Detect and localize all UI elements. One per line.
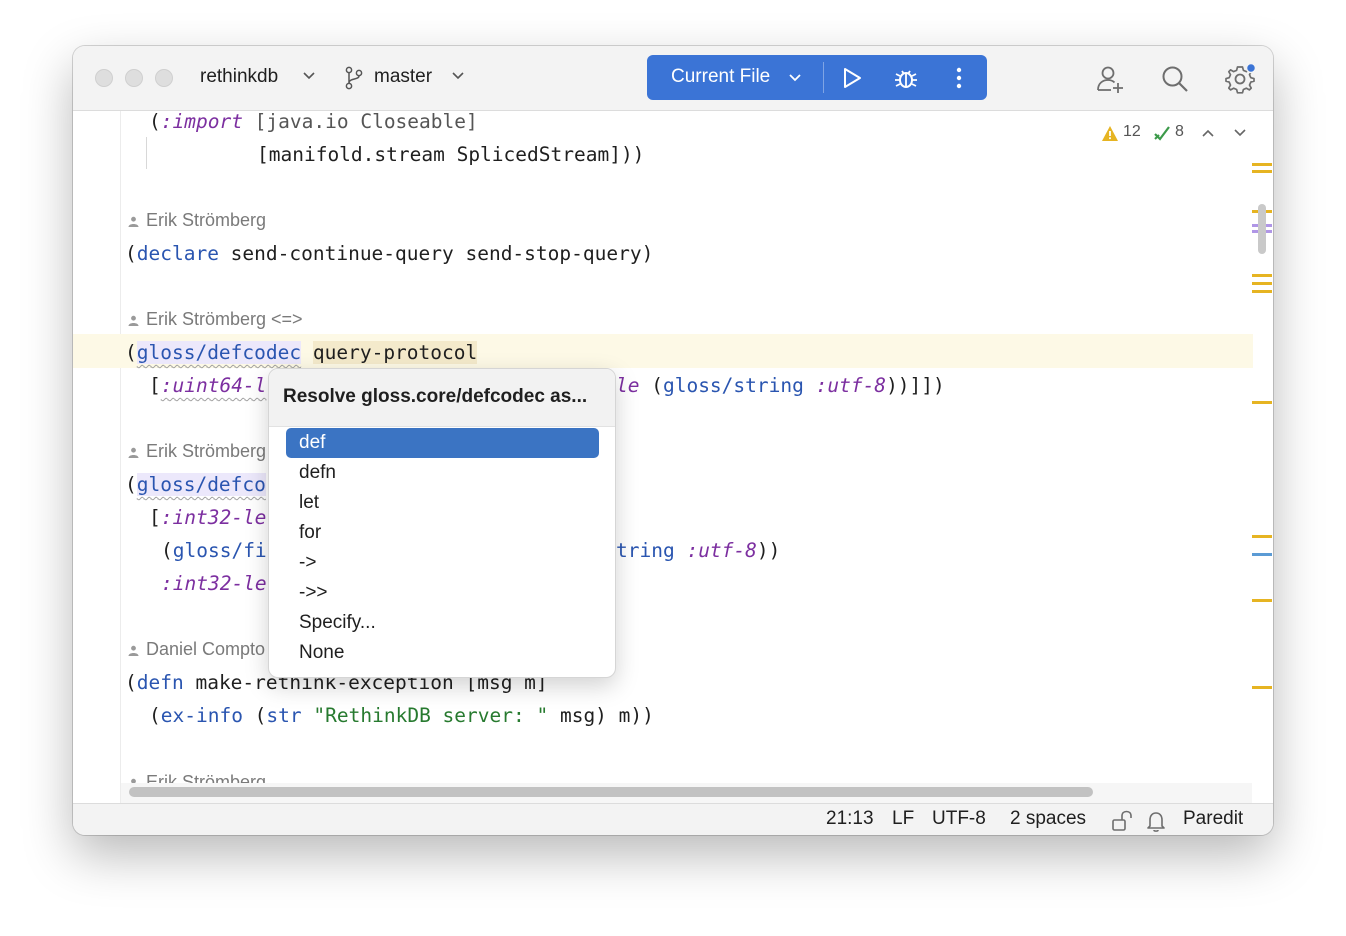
code-line: (:import [java.io Closeable] [149, 111, 478, 133]
person-icon [128, 447, 139, 458]
code-line: (declare send-continue-query send-stop-q… [125, 242, 654, 265]
add-user-icon[interactable] [1094, 63, 1126, 95]
popup-item-for[interactable]: for [286, 518, 599, 548]
code-line: :int32-le [161, 572, 267, 595]
inspections-widget[interactable]: 12 8 [1101, 119, 1261, 147]
branch-icon [345, 66, 363, 90]
run-icon[interactable] [841, 66, 863, 90]
code-line: (gloss/defco [125, 473, 266, 496]
gutter-divider [120, 111, 121, 803]
paredit-mode[interactable]: Paredit [1183, 808, 1243, 830]
info-stripe-mark[interactable] [1252, 553, 1272, 556]
more-icon[interactable] [955, 66, 963, 90]
warning-stripe-mark[interactable] [1252, 282, 1272, 285]
code-line: [manifold.stream SplicedStream])) [257, 143, 645, 166]
search-icon[interactable] [1160, 64, 1190, 94]
code-line: le (gloss/string :utf-8))]]) [616, 374, 945, 397]
ide-window: rethinkdb master Current File (:import [… [73, 46, 1273, 835]
zoom-window-button[interactable] [155, 69, 173, 87]
code-line: [:uint64-l [149, 374, 267, 397]
title-bar: rethinkdb master Current File [73, 46, 1273, 111]
code-line: (gloss/fi [161, 539, 267, 562]
resolve-as-popup: Resolve gloss.core/defcodec as... def de… [268, 368, 616, 678]
person-icon [128, 315, 139, 326]
popup-item-specify[interactable]: Specify... [286, 608, 599, 638]
lock-icon[interactable] [1111, 810, 1133, 832]
warning-stripe-mark[interactable] [1252, 274, 1272, 277]
person-icon [128, 645, 139, 656]
minimize-window-button[interactable] [125, 69, 143, 87]
vertical-scrollbar[interactable] [1258, 204, 1266, 254]
code-line: (gloss/defcodec query-protocol [125, 341, 478, 364]
horizontal-scrollbar[interactable] [129, 787, 1093, 797]
chevron-down-icon[interactable] [1233, 128, 1247, 138]
popup-item-def[interactable]: def [286, 428, 599, 458]
warning-stripe-mark[interactable] [1252, 535, 1272, 538]
author-annotation: Daniel Compto [128, 634, 265, 664]
chevron-up-icon[interactable] [1201, 128, 1215, 138]
code-line: (ex-info (str "RethinkDB server: " msg) … [149, 704, 654, 727]
code-line: tring :utf-8)) [616, 539, 781, 562]
debug-icon[interactable] [893, 65, 919, 91]
warning-stripe-mark[interactable] [1252, 686, 1272, 689]
line-separator[interactable]: LF [892, 808, 914, 830]
author-annotation: Erik Strömberg <=> [128, 304, 303, 334]
caret-position[interactable]: 21:13 [826, 808, 874, 830]
check-icon [1154, 126, 1170, 141]
popup-item-thread-last[interactable]: ->> [286, 578, 599, 608]
bell-icon[interactable] [1145, 809, 1167, 833]
settings-icon[interactable] [1224, 60, 1258, 94]
warning-count: 12 [1123, 123, 1141, 140]
close-window-button[interactable] [95, 69, 113, 87]
popup-item-defn[interactable]: defn [286, 458, 599, 488]
run-config-selector[interactable]: Current File [671, 66, 770, 88]
warning-stripe-mark[interactable] [1252, 290, 1272, 293]
status-bar: 21:13 LF UTF-8 2 spaces Paredit [73, 803, 1273, 835]
popup-item-none[interactable]: None [286, 638, 599, 668]
chevron-down-icon[interactable] [302, 71, 316, 81]
chevron-down-icon[interactable] [451, 71, 465, 81]
person-icon [128, 216, 139, 227]
run-toolbar: Current File [647, 55, 987, 100]
warning-stripe-mark[interactable] [1252, 170, 1272, 173]
code-editor[interactable]: (:import [java.io Closeable] [manifold.s… [73, 111, 1273, 803]
warning-stripe-mark[interactable] [1252, 401, 1272, 404]
code-line: [:int32-le [149, 506, 267, 529]
ok-count: 8 [1175, 123, 1184, 140]
popup-title: Resolve gloss.core/defcodec as... [283, 386, 588, 407]
popup-header: Resolve gloss.core/defcodec as... [269, 369, 615, 427]
branch-selector[interactable]: master [374, 66, 432, 88]
popup-item-let[interactable]: let [286, 488, 599, 518]
warning-stripe-mark[interactable] [1252, 599, 1272, 602]
author-annotation: Erik Strömberg [128, 205, 266, 235]
warning-icon [1102, 126, 1118, 141]
file-encoding[interactable]: UTF-8 [932, 808, 986, 830]
indent-setting[interactable]: 2 spaces [1010, 808, 1086, 830]
author-annotation: Erik Strömberg [128, 436, 266, 466]
divider [823, 62, 824, 93]
project-selector[interactable]: rethinkdb [200, 66, 278, 88]
indent-guide [146, 137, 147, 169]
warning-stripe-mark[interactable] [1252, 163, 1272, 166]
chevron-down-icon[interactable] [788, 73, 802, 83]
popup-item-thread-first[interactable]: -> [286, 548, 599, 578]
